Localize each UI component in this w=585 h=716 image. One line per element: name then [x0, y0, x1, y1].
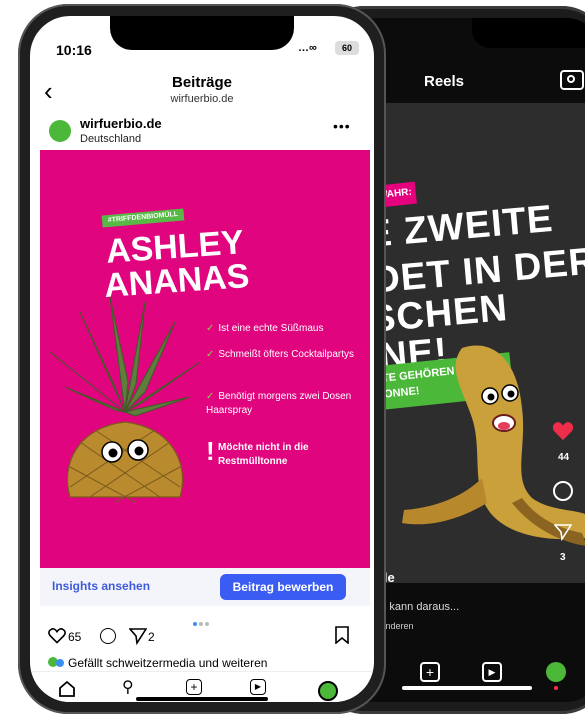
reels-icon[interactable]: ▶	[482, 662, 502, 682]
home-icon[interactable]	[58, 680, 76, 698]
send-icon[interactable]	[129, 627, 147, 645]
like-count: 44	[558, 452, 570, 463]
heart-icon[interactable]	[552, 421, 574, 441]
reels-title: Reels	[424, 73, 465, 90]
exclamation-icon: !	[206, 436, 215, 466]
add-icon[interactable]: +	[186, 679, 202, 695]
notification-dot	[554, 686, 558, 690]
notch	[110, 16, 294, 50]
post-location[interactable]: Deutschland	[80, 133, 141, 145]
notch	[472, 18, 585, 48]
instagram-post-screen: 10:16 …∞ 60 ‹ Beiträge wirfuerbio.de wir…	[30, 16, 374, 702]
check-icon: ✓	[206, 391, 215, 402]
page-title: Beiträge	[171, 74, 233, 91]
more-options-icon[interactable]: •••	[333, 118, 351, 134]
battery-icon: 60	[335, 41, 359, 55]
reels-icon[interactable]: ▶	[250, 679, 266, 695]
profile-icon[interactable]	[546, 662, 566, 682]
post-bullet: ✓ Benötigt morgens zwei Dosen Haarspray	[206, 391, 352, 416]
page-subtitle: wirfuerbio.de	[170, 93, 234, 105]
post-highlight: Möchte nicht in die Restmülltonne	[218, 442, 309, 467]
bookmark-icon[interactable]	[335, 626, 349, 644]
avatar	[56, 659, 64, 667]
check-icon: ✓	[206, 349, 215, 360]
comment-icon[interactable]	[100, 628, 116, 644]
insights-link[interactable]: Insights ansehen	[52, 579, 150, 593]
likes-count[interactable]: 65	[68, 630, 81, 644]
comment-icon[interactable]	[553, 481, 573, 501]
carousel-dots	[192, 613, 210, 631]
add-icon[interactable]: +	[420, 662, 440, 682]
profile-icon[interactable]	[318, 681, 338, 701]
home-indicator	[136, 697, 268, 701]
home-indicator	[402, 686, 532, 690]
share-count: 3	[560, 552, 566, 563]
post-username[interactable]: wirfuerbio.de	[80, 116, 162, 131]
search-icon[interactable]: ⚲	[122, 677, 134, 697]
liked-by-text[interactable]: Gefällt schweitzermedia und weiteren	[68, 656, 267, 670]
camera-icon[interactable]	[560, 70, 584, 90]
check-icon: ✓	[206, 323, 215, 334]
post-bullet: ✓ Schmeißt öfters Cocktailpartys	[206, 349, 354, 360]
signal-wifi-icon: …∞	[298, 42, 317, 54]
send-icon[interactable]	[554, 523, 572, 541]
like-icon[interactable]	[48, 628, 66, 644]
avatar[interactable]	[49, 120, 71, 142]
promote-button[interactable]: Beitrag bewerben	[220, 574, 346, 600]
pineapple-illustration	[49, 296, 201, 503]
shares-count: 2	[148, 630, 155, 644]
liked-by-avatars	[48, 657, 64, 669]
status-time: 10:16	[56, 42, 92, 58]
post-bullet: ✓ Ist eine echte Süßmaus	[206, 323, 324, 334]
